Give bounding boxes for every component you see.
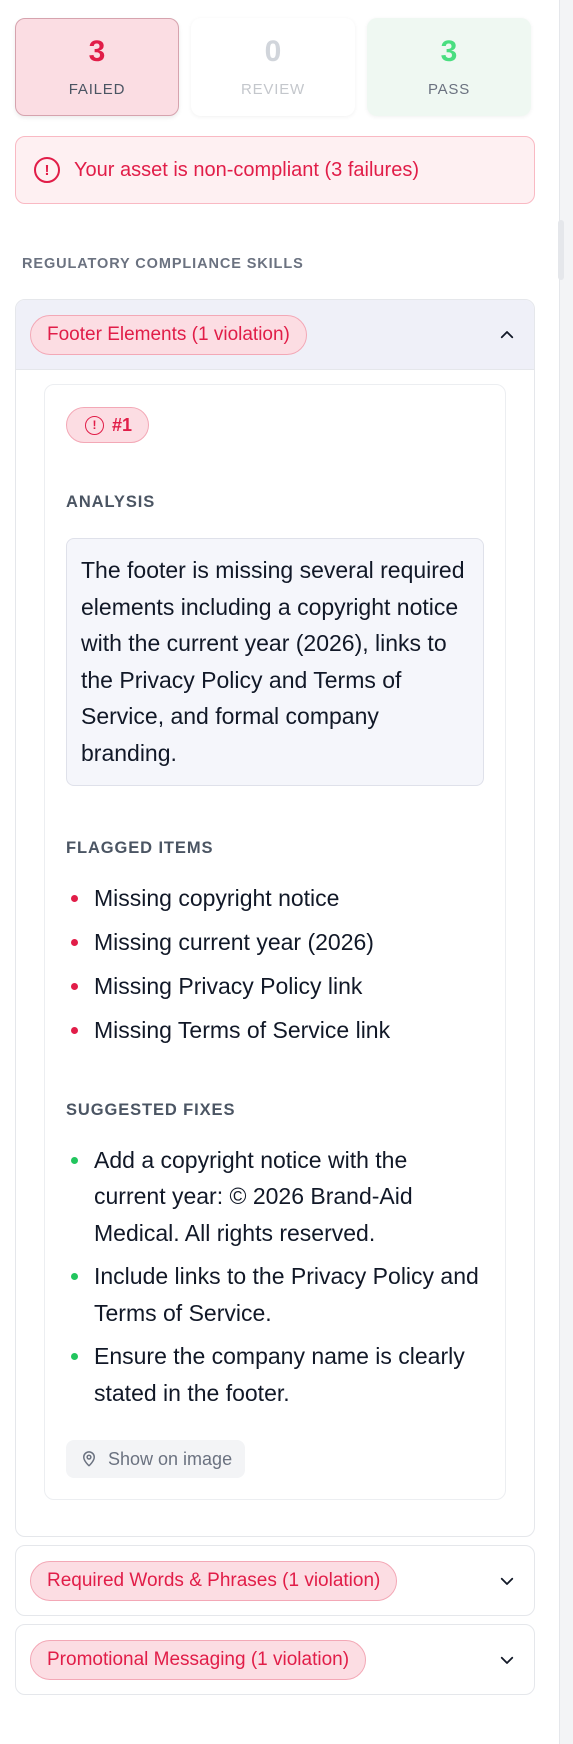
flagged-item: Missing Privacy Policy link (66, 968, 484, 1005)
show-on-image-label: Show on image (108, 1448, 233, 1469)
show-on-image-button[interactable]: Show on image (66, 1440, 246, 1478)
pass-summary-card[interactable]: 3 PASS (367, 18, 531, 116)
pass-count: 3 (440, 34, 458, 68)
suggested-fix: Add a copyright notice with the current … (66, 1142, 484, 1252)
suggested-fixes-heading: SUGGESTED FIXES (66, 1100, 236, 1119)
flagged-item: Missing Terms of Service link (66, 1012, 484, 1049)
map-pin-icon (83, 1451, 95, 1467)
pass-label: PASS (427, 80, 471, 98)
analysis-heading: ANALYSIS (66, 493, 156, 511)
alert-circle-icon: ! (85, 415, 104, 435)
skill-violation-pill: Required Words & Phrases (1 violation) (30, 1560, 398, 1601)
skill-accordion-header[interactable]: Promotional Messaging (1 violation) (16, 1625, 534, 1694)
review-label: REVIEW (241, 80, 305, 98)
failed-count: 3 (88, 34, 106, 68)
chevron-up-icon[interactable] (496, 324, 518, 346)
failed-label: FAILED (68, 80, 126, 98)
review-summary-card[interactable]: 0 REVIEW (191, 18, 355, 116)
compliance-panel: 3 FAILED 0 REVIEW 3 PASS ! Your asset is… (15, 18, 535, 1695)
chevron-down-icon[interactable] (496, 1649, 518, 1671)
skill-accordion-promotional-messaging: Promotional Messaging (1 violation) (15, 1624, 535, 1695)
alert-circle-icon: ! (34, 157, 60, 183)
skill-violation-pill: Promotional Messaging (1 violation) (30, 1639, 367, 1680)
right-panel-edge (558, 0, 573, 1744)
suggested-fix: Ensure the company name is clearly state… (66, 1338, 484, 1411)
summary-cards: 3 FAILED 0 REVIEW 3 PASS (15, 18, 535, 116)
resize-handle[interactable] (558, 220, 564, 280)
flagged-item: Missing copyright notice (66, 880, 484, 917)
review-count: 0 (264, 34, 282, 68)
non-compliant-alert: ! Your asset is non-compliant (3 failure… (15, 136, 535, 204)
failed-summary-card[interactable]: 3 FAILED (15, 18, 179, 116)
suggested-fix: Include links to the Privacy Policy and … (66, 1258, 484, 1331)
skill-violation-pill: Footer Elements (1 violation) (30, 314, 307, 355)
chevron-down-icon[interactable] (496, 1570, 518, 1592)
violation-card: ! #1 ANALYSIS The footer is missing seve… (44, 384, 506, 1500)
skill-accordion-body: ! #1 ANALYSIS The footer is missing seve… (16, 370, 534, 1536)
skill-accordion-header[interactable]: Required Words & Phrases (1 violation) (16, 1546, 534, 1615)
section-heading: REGULATORY COMPLIANCE SKILLS (22, 256, 304, 272)
skill-accordion-required-words: Required Words & Phrases (1 violation) (15, 1545, 535, 1616)
violation-number: #1 (112, 414, 133, 435)
flagged-items-heading: FLAGGED ITEMS (66, 839, 214, 857)
alert-message: Your asset is non-compliant (3 failures) (74, 158, 419, 181)
analysis-text: The footer is missing several required e… (66, 538, 484, 786)
flagged-items-list: Missing copyright notice Missing current… (66, 880, 484, 1049)
flagged-item: Missing current year (2026) (66, 924, 484, 961)
suggested-fixes-list: Add a copyright notice with the current … (66, 1142, 484, 1412)
skill-accordion-footer-elements: Footer Elements (1 violation) ! #1 ANALY… (15, 299, 535, 1537)
skill-accordion-header[interactable]: Footer Elements (1 violation) (16, 300, 534, 370)
violation-number-badge: ! #1 (66, 407, 150, 443)
